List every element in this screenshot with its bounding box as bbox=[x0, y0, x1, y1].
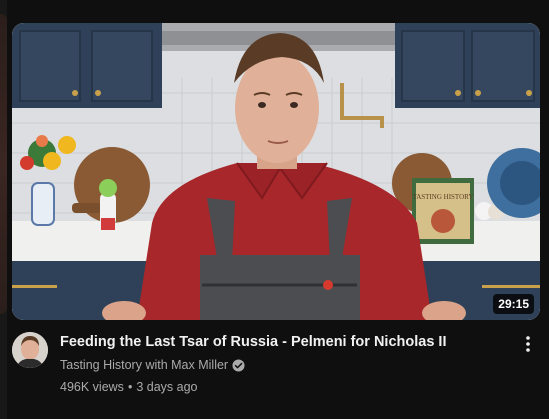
more-options-button[interactable] bbox=[516, 330, 540, 358]
video-title[interactable]: Feeding the Last Tsar of Russia - Pelmen… bbox=[60, 332, 500, 352]
stats-separator: • bbox=[127, 380, 133, 394]
more-vert-icon bbox=[526, 336, 530, 352]
verified-check-icon bbox=[232, 358, 245, 372]
avatar-image bbox=[12, 332, 48, 368]
thumbnail-image: TASTING HISTORY bbox=[12, 23, 540, 320]
video-info: Feeding the Last Tsar of Russia - Pelmen… bbox=[60, 332, 500, 396]
adjacent-video-card-edge[interactable] bbox=[0, 0, 7, 419]
upload-age: 3 days ago bbox=[136, 380, 198, 394]
video-stats: 496K views • 3 days ago bbox=[60, 378, 500, 396]
video-thumbnail[interactable]: TASTING HISTORY 29:15 bbox=[12, 23, 540, 320]
view-count: 496K views bbox=[60, 380, 124, 394]
channel-name[interactable]: Tasting History with Max Miller bbox=[60, 356, 228, 374]
page: TASTING HISTORY 29:15 Feeding the Last T… bbox=[0, 0, 549, 419]
channel-row: Tasting History with Max Miller bbox=[60, 356, 500, 374]
book-cover-text: TASTING HISTORY bbox=[413, 193, 474, 201]
duration-badge: 29:15 bbox=[493, 294, 534, 314]
video-meta: Feeding the Last Tsar of Russia - Pelmen… bbox=[12, 332, 540, 402]
channel-avatar[interactable] bbox=[12, 332, 48, 368]
